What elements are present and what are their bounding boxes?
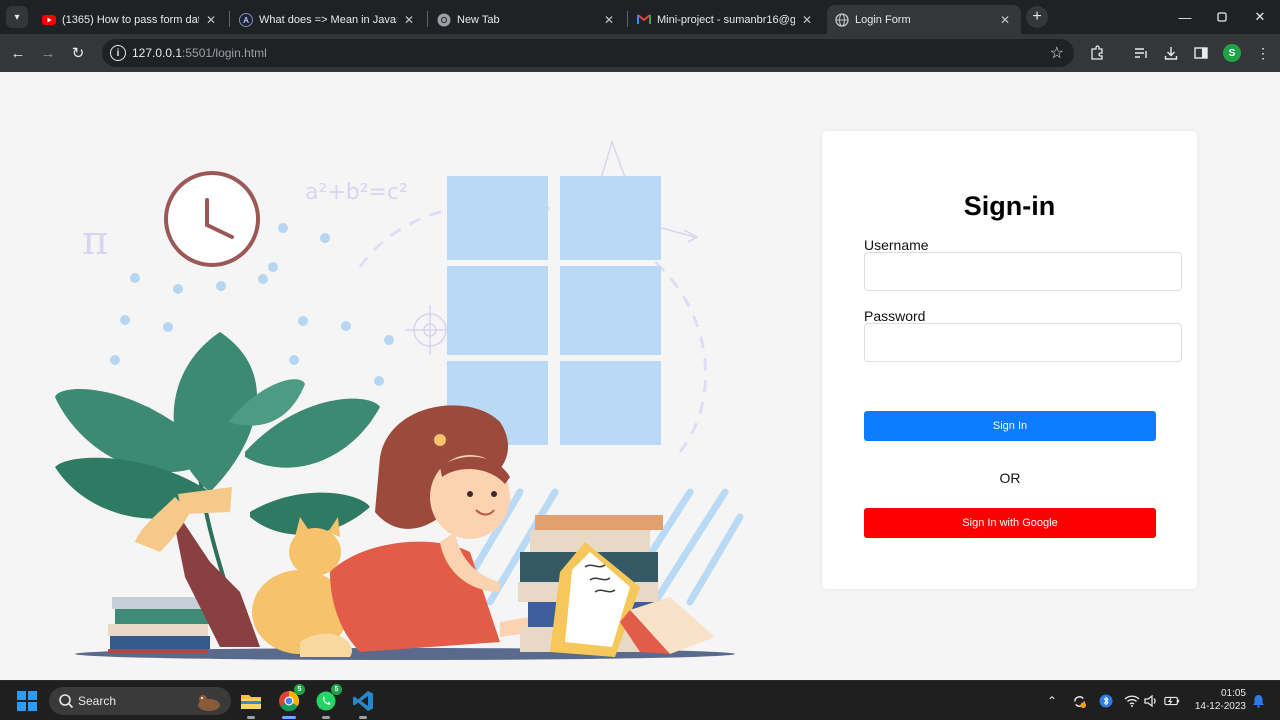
close-tab-icon[interactable]: ✕ bbox=[997, 13, 1013, 27]
clock-icon bbox=[164, 171, 260, 267]
back-arrow-icon[interactable]: ← bbox=[7, 42, 29, 64]
notification-bell-icon[interactable] bbox=[1250, 693, 1266, 709]
tab-divider bbox=[229, 11, 230, 27]
browser-toolbar: ← → ↻ i 127.0.0.1:5501/login.html ☆ S ⋮ bbox=[0, 34, 1280, 72]
page-content: a²+b²=c² π Sign-in Username Password Sig… bbox=[0, 72, 1280, 680]
close-tab-icon[interactable]: ✕ bbox=[203, 13, 219, 27]
close-tab-icon[interactable]: ✕ bbox=[401, 13, 417, 27]
os-taskbar: Search 5 5 ⌃ 01:05 14-12-2023 bbox=[0, 680, 1280, 720]
show-hidden-icons-chevron-icon[interactable]: ⌃ bbox=[1044, 693, 1060, 709]
tab-divider bbox=[627, 11, 628, 27]
url-text[interactable]: 127.0.0.1:5501/login.html bbox=[132, 46, 267, 60]
reload-icon[interactable]: ↻ bbox=[67, 42, 89, 64]
globe-icon bbox=[835, 12, 849, 27]
chrome-badge: 5 bbox=[294, 684, 305, 695]
system-clock[interactable]: 01:05 14-12-2023 bbox=[1190, 687, 1246, 713]
media-queue-icon[interactable] bbox=[1131, 43, 1151, 63]
tab-gmail[interactable]: Mini-project - sumanbr16@gm ✕ bbox=[629, 5, 823, 34]
equation-doodle: a²+b²=c² bbox=[305, 180, 408, 205]
password-label: Password bbox=[864, 308, 926, 324]
browser-tab-strip: ▾ (1365) How to pass form data t ✕ A Wha… bbox=[0, 0, 1280, 34]
search-highlight-icon bbox=[198, 695, 220, 711]
tab-title: Login Form bbox=[855, 13, 911, 26]
whatsapp-badge: 5 bbox=[331, 684, 342, 695]
girl-shirt-shape bbox=[330, 541, 500, 652]
maximize-icon[interactable] bbox=[1202, 6, 1242, 28]
google-signin-button[interactable]: Sign In with Google bbox=[864, 508, 1156, 538]
sync-icon[interactable] bbox=[1071, 693, 1087, 709]
close-tab-icon[interactable]: ✕ bbox=[601, 13, 617, 27]
reading-girl-illustration: a²+b²=c² π bbox=[55, 139, 744, 660]
tab-search-button[interactable]: ▾ bbox=[6, 6, 28, 28]
username-label: Username bbox=[864, 237, 929, 253]
tab-title: New Tab bbox=[457, 13, 500, 26]
youtube-icon bbox=[42, 13, 56, 27]
address-bar[interactable]: i 127.0.0.1:5501/login.html ☆ bbox=[102, 39, 1074, 67]
or-divider-text: OR bbox=[999, 470, 1021, 486]
pi-doodle: π bbox=[82, 218, 108, 264]
tab-login-form[interactable]: Login Form ✕ bbox=[827, 5, 1021, 34]
tab-title: (1365) How to pass form data t bbox=[62, 13, 199, 26]
signin-button[interactable]: Sign In bbox=[864, 411, 1156, 441]
more-menu-icon[interactable]: ⋮ bbox=[1253, 43, 1273, 63]
tab-javascript-article[interactable]: A What does => Mean in JavaScr ✕ bbox=[231, 5, 425, 34]
chrome-app-icon[interactable]: 5 bbox=[275, 684, 305, 719]
new-tab-button[interactable]: + bbox=[1026, 6, 1048, 28]
login-card: Sign-in Username Password Sign In OR Sig… bbox=[822, 131, 1197, 589]
close-window-icon[interactable]: ✕ bbox=[1240, 6, 1280, 28]
side-panel-icon[interactable] bbox=[1191, 43, 1211, 63]
windows-start-icon[interactable] bbox=[17, 691, 37, 711]
tab-new-tab[interactable]: New Tab ✕ bbox=[429, 5, 625, 34]
whatsapp-icon[interactable]: 5 bbox=[312, 684, 342, 719]
taskbar-search-box[interactable]: Search bbox=[49, 687, 231, 715]
minimize-icon[interactable]: — bbox=[1165, 6, 1205, 28]
tab-title: Mini-project - sumanbr16@gm bbox=[657, 13, 795, 26]
bluetooth-icon[interactable] bbox=[1098, 693, 1114, 709]
clock-date: 14-12-2023 bbox=[1194, 701, 1246, 712]
password-input[interactable] bbox=[864, 323, 1182, 362]
tab-title: What does => Mean in JavaScr bbox=[259, 13, 397, 26]
close-tab-icon[interactable]: ✕ bbox=[799, 13, 815, 27]
battery-charging-icon[interactable] bbox=[1164, 693, 1180, 709]
forward-arrow-icon[interactable]: → bbox=[37, 42, 59, 64]
volume-icon[interactable] bbox=[1143, 693, 1159, 709]
clock-time: 01:05 bbox=[1220, 688, 1246, 699]
gmail-icon bbox=[637, 13, 651, 27]
site-info-icon[interactable]: i bbox=[110, 45, 126, 61]
tab-youtube[interactable]: (1365) How to pass form data t ✕ bbox=[34, 5, 227, 34]
extensions-icon[interactable] bbox=[1087, 43, 1107, 63]
window-shape bbox=[447, 176, 661, 445]
article-icon: A bbox=[239, 12, 253, 27]
chrome-icon bbox=[437, 13, 451, 27]
svg-text:A: A bbox=[243, 16, 249, 25]
profile-avatar[interactable]: S bbox=[1223, 44, 1241, 62]
username-input[interactable] bbox=[864, 252, 1182, 291]
file-explorer-icon[interactable] bbox=[237, 687, 265, 719]
download-icon[interactable] bbox=[1161, 43, 1181, 63]
search-icon bbox=[59, 694, 74, 709]
search-label: Search bbox=[78, 694, 117, 708]
wifi-icon[interactable] bbox=[1124, 693, 1140, 709]
bookmark-star-icon[interactable]: ☆ bbox=[1050, 43, 1064, 63]
signin-heading: Sign-in bbox=[963, 191, 1056, 221]
vscode-icon[interactable] bbox=[349, 687, 377, 719]
tab-divider bbox=[427, 11, 428, 27]
